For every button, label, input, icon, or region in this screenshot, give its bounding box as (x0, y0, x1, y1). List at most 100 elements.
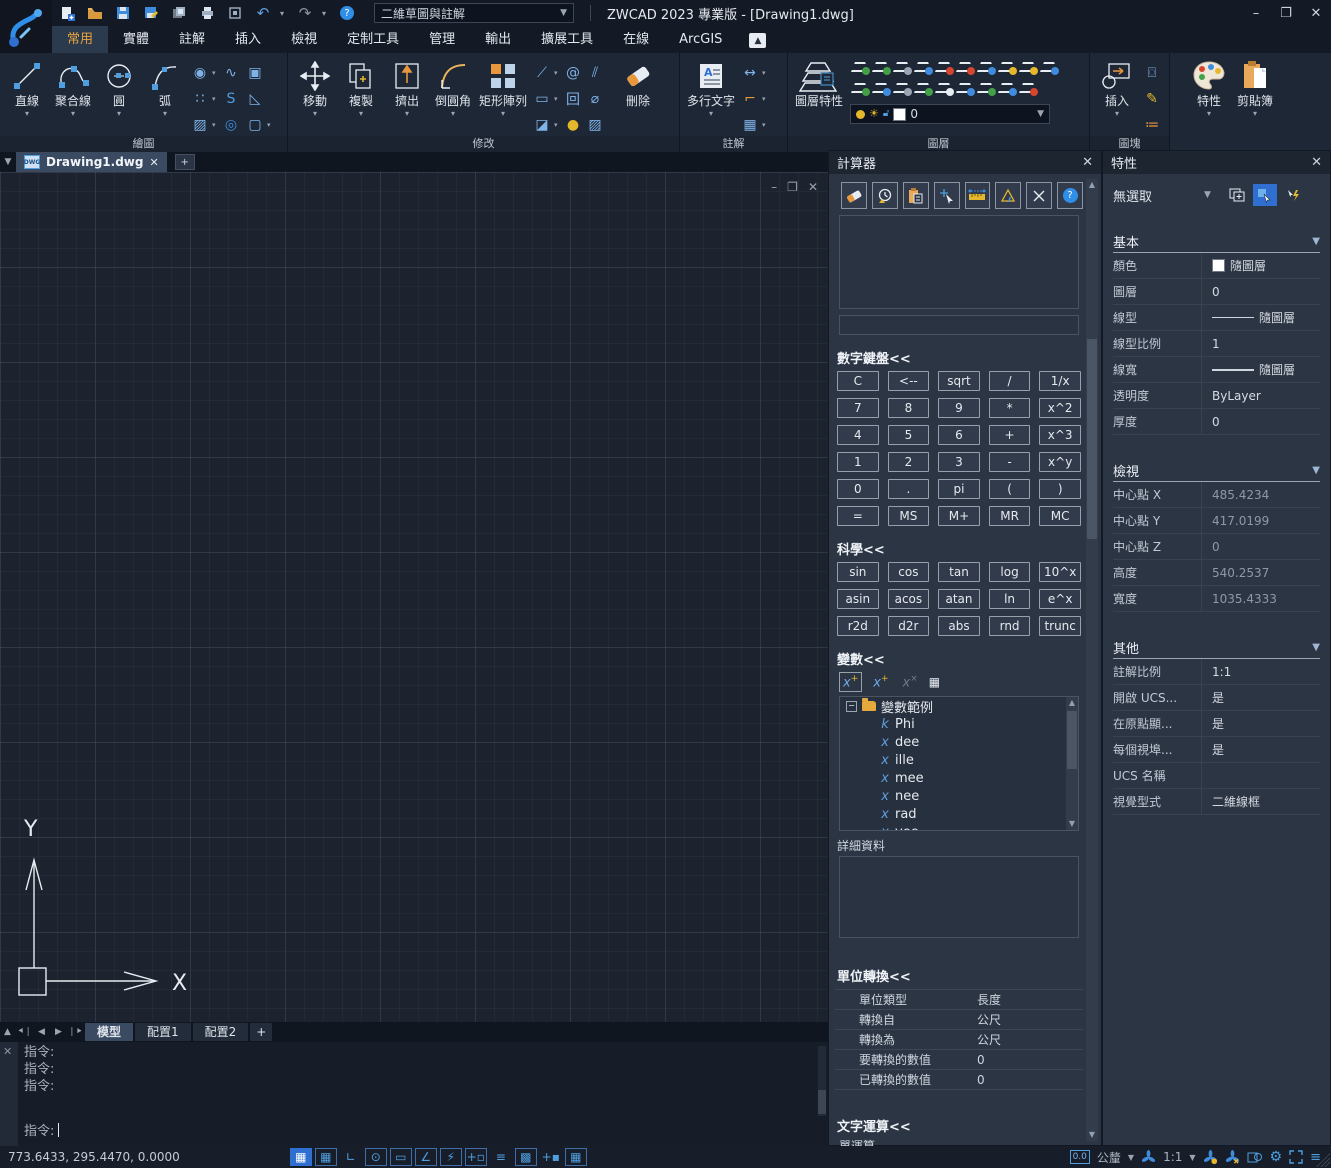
section-other[interactable]: 其他▼ (1113, 636, 1320, 659)
calculator-close-icon[interactable]: ✕ (1082, 155, 1093, 170)
undo-icon[interactable]: ↶ (252, 3, 274, 23)
sci-key[interactable]: tan (938, 562, 980, 582)
layer-lock-icon[interactable] (956, 60, 974, 74)
rotate-icon[interactable]: ⌀ (585, 91, 605, 107)
unit-value[interactable]: 公尺 (977, 1011, 1001, 1028)
tab-annotate[interactable]: 註解 (164, 26, 220, 53)
save-icon[interactable] (112, 3, 134, 23)
variable-item[interactable]: xnee (840, 787, 1078, 805)
line-dropdown-icon[interactable]: ▾ (25, 109, 29, 118)
dropdown-icon[interactable]: ▾ (554, 121, 561, 129)
arc-dropdown-icon[interactable]: ▾ (163, 109, 167, 118)
document-tab-active[interactable]: DWG Drawing1.dwg ✕ (16, 152, 167, 172)
calc-key[interactable]: MC (1039, 506, 1081, 526)
break-icon[interactable]: ● (563, 117, 583, 133)
calc-key[interactable]: 4 (837, 425, 879, 445)
layout-tab-model[interactable]: 模型 (85, 1023, 133, 1041)
sci-key[interactable]: 10^x (1039, 562, 1081, 582)
collapse-icon[interactable]: − (846, 701, 857, 712)
annotation-visibility-icon[interactable] (1203, 1150, 1218, 1165)
tab-home[interactable]: 常用 (52, 26, 108, 53)
calc-key[interactable]: 2 (888, 452, 930, 472)
sci-key[interactable]: atan (938, 589, 980, 609)
unit-row[interactable]: 轉換自公尺 (835, 1010, 1083, 1030)
properties-palette-button[interactable]: 特性▾ (1186, 56, 1232, 118)
prop-value[interactable]: 是 (1202, 741, 1224, 758)
snap-mode-icon[interactable]: ▦ (315, 1148, 337, 1166)
selection-filter[interactable]: 無選取 (1113, 186, 1152, 205)
layer-match-icon[interactable] (851, 81, 869, 95)
layout-tab-layout2[interactable]: 配置2 (193, 1023, 249, 1041)
dropdown-icon[interactable]: ▾ (762, 95, 769, 103)
delete-variable-icon[interactable]: x× (900, 673, 921, 691)
prop-value[interactable]: 1:1 (1202, 665, 1231, 679)
calculator-input-field[interactable] (839, 315, 1079, 335)
app-logo-icon[interactable] (0, 0, 52, 53)
unit-row[interactable]: 已轉換的數值0 (835, 1070, 1083, 1090)
annotation-scale-value[interactable]: 1:1 (1163, 1150, 1182, 1164)
hatch-icon[interactable]: ▨ (190, 117, 210, 133)
sci-key[interactable]: ln (989, 589, 1031, 609)
calc-key[interactable]: - (989, 452, 1031, 472)
tree-scrollbar[interactable]: ▲ ▼ (1066, 697, 1078, 830)
calc-key[interactable]: pi (938, 479, 980, 499)
donut-icon[interactable]: ◎ (221, 117, 241, 133)
prop-value[interactable]: 1 (1202, 337, 1220, 351)
polyline-button[interactable]: 聚合線▾ (50, 56, 96, 118)
quick-properties-icon[interactable]: +▪ (540, 1148, 562, 1166)
prop-value[interactable]: 是 (1202, 689, 1224, 706)
toggle-pickadd-icon[interactable] (1281, 184, 1305, 206)
section-collapse-icon[interactable]: ▼ (1312, 465, 1320, 476)
calc-key[interactable]: <-- (888, 371, 930, 391)
sci-key[interactable]: sin (837, 562, 879, 582)
calc-key[interactable]: . (888, 479, 930, 499)
variables-tree[interactable]: − 變數範例 kPhi xdee xille xmee xnee xrad xv… (839, 696, 1079, 831)
quick-select-icon[interactable] (1225, 184, 1249, 206)
layer-isolate-icon[interactable] (1040, 60, 1058, 74)
tab-custom-tools[interactable]: 定制工具 (332, 26, 414, 53)
calc-key[interactable]: 0 (837, 479, 879, 499)
tab-output[interactable]: 輸出 (470, 26, 526, 53)
section-collapse-icon[interactable]: ▼ (1312, 236, 1320, 247)
layer-freeze-vp-icon[interactable] (956, 81, 974, 95)
calc-key[interactable]: 1/x (1039, 371, 1081, 391)
layer-state-icon[interactable] (914, 81, 932, 95)
calc-key[interactable]: * (989, 398, 1031, 418)
circle-center-icon[interactable]: ◉ (190, 65, 210, 81)
properties-close-icon[interactable]: ✕ (1311, 155, 1322, 170)
prop-value[interactable]: 隨圖層 (1202, 361, 1295, 378)
clear-icon[interactable] (841, 182, 867, 209)
scroll-down-icon[interactable]: ▼ (1066, 818, 1078, 830)
erase-button[interactable]: 刪除 (615, 56, 661, 109)
layout-next-icon[interactable]: ▶ (51, 1027, 66, 1037)
circle-dropdown-icon[interactable]: ▾ (117, 109, 121, 118)
polyline-dropdown-icon[interactable]: ▾ (71, 109, 75, 118)
copy-dropdown-icon[interactable]: ▾ (359, 109, 363, 118)
variable-item[interactable]: xrad (840, 805, 1078, 823)
auto-annotation-icon[interactable] (1225, 1150, 1240, 1165)
insert-dropdown-icon[interactable]: ▾ (1115, 109, 1119, 118)
array-dropdown-icon[interactable]: ▾ (501, 109, 505, 118)
undo-dropdown-icon[interactable]: ▾ (280, 9, 288, 18)
sci-key[interactable]: abs (938, 616, 980, 636)
calculator-scrollbar[interactable]: ▲ ▼ (1086, 179, 1098, 1141)
calc-key[interactable]: MS (888, 506, 930, 526)
calc-key[interactable]: sqrt (938, 371, 980, 391)
section-collapse-icon[interactable]: ▼ (1312, 642, 1320, 653)
calc-key[interactable]: 3 (938, 452, 980, 472)
spline-icon[interactable]: ∿ (221, 65, 241, 81)
dropdown-icon[interactable]: ▾ (212, 95, 219, 103)
calc-key[interactable]: ) (1039, 479, 1081, 499)
tab-manage[interactable]: 管理 (414, 26, 470, 53)
variable-item[interactable]: xdee (840, 733, 1078, 751)
dropdown-icon[interactable]: ▾ (212, 121, 219, 129)
resize-grip[interactable] (1316, 1153, 1330, 1167)
scientific-header[interactable]: 科學<< (837, 539, 1083, 558)
leader-icon[interactable]: ⌐ (740, 91, 760, 107)
calc-key[interactable]: M+ (938, 506, 980, 526)
plot-icon[interactable] (196, 3, 218, 23)
calc-key[interactable]: 9 (938, 398, 980, 418)
copy-button[interactable]: 複製▾ (338, 56, 384, 118)
calc-key[interactable]: + (989, 425, 1031, 445)
mtext-dropdown-icon[interactable]: ▾ (709, 109, 713, 118)
